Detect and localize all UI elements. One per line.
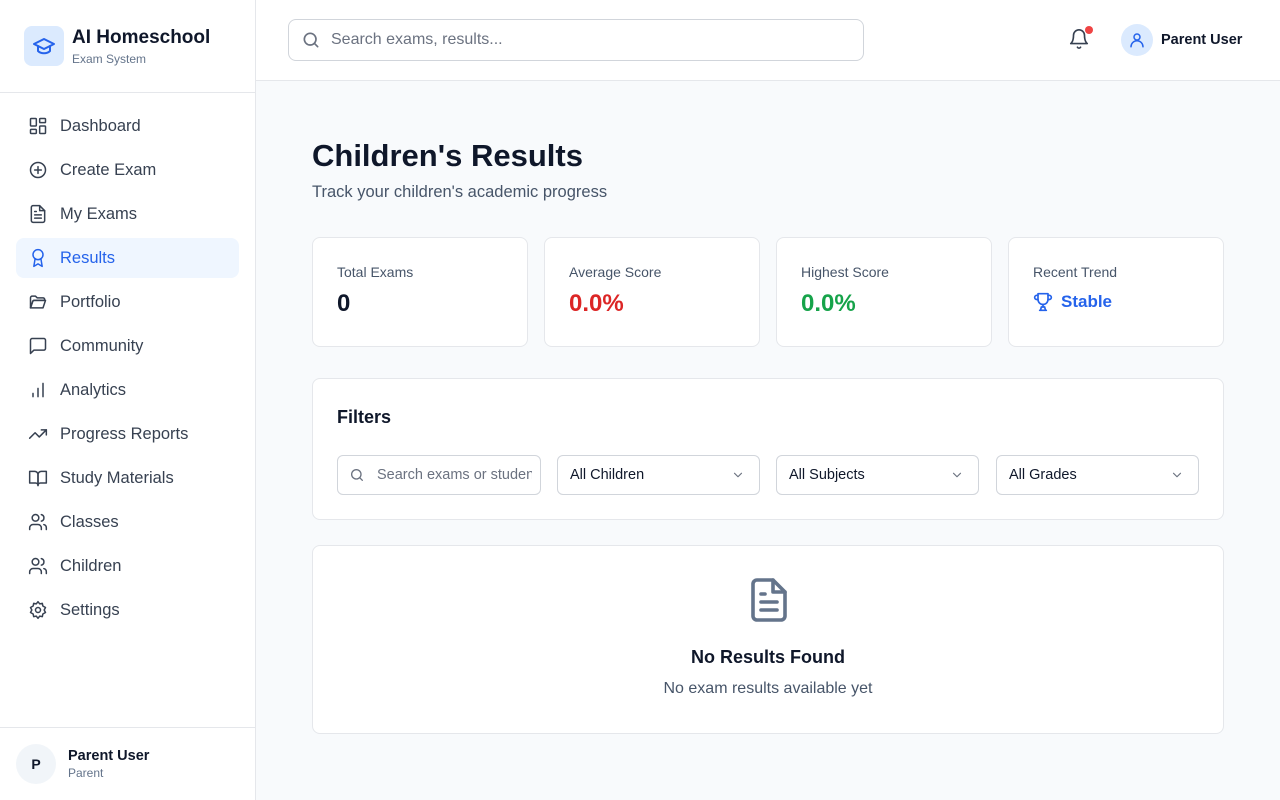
avatar: P (16, 744, 56, 784)
filters-title: Filters (337, 407, 392, 427)
stat-card-recent-trend: Recent Trend Stable (1008, 237, 1224, 347)
sidebar-item-progress-reports[interactable]: Progress Reports (16, 414, 239, 454)
sidebar-item-label: Create Exam (60, 160, 157, 179)
graduation-cap-icon (24, 26, 64, 66)
global-search[interactable] (288, 19, 864, 61)
top-bar: Parent User (256, 0, 1280, 81)
sidebar-item-label: Progress Reports (60, 424, 189, 443)
stat-label: Total Exams (337, 264, 414, 280)
sidebar-user-role: Parent (68, 766, 104, 780)
user-menu[interactable]: Parent User (1121, 24, 1242, 56)
stat-value: 0.0% (801, 290, 856, 317)
stat-label: Recent Trend (1033, 264, 1118, 280)
empty-state-title: No Results Found (691, 647, 845, 667)
file-text-icon (28, 204, 48, 224)
sidebar-item-label: Analytics (60, 380, 127, 399)
sidebar-item-study-materials[interactable]: Study Materials (16, 458, 239, 498)
search-input[interactable] (331, 31, 831, 49)
user-icon (1121, 24, 1153, 56)
stat-card-total-exams: Total Exams 0 (312, 237, 528, 347)
search-icon (301, 30, 321, 50)
filter-search-input[interactable] (377, 467, 532, 483)
sidebar-item-results[interactable]: Results (16, 238, 239, 278)
select-value: All Subjects (789, 467, 865, 483)
sidebar-item-dashboard[interactable]: Dashboard (16, 106, 239, 146)
stat-card-average-score: Average Score 0.0% (544, 237, 760, 347)
children-select[interactable]: All Children (557, 455, 760, 495)
sidebar-item-label: Children (60, 556, 122, 575)
stat-label: Highest Score (801, 264, 889, 280)
sidebar-item-label: Community (60, 336, 144, 355)
sidebar-item-settings[interactable]: Settings (16, 590, 239, 630)
award-icon (28, 248, 48, 268)
filter-search[interactable] (337, 455, 541, 495)
sidebar-item-label: Settings (60, 600, 120, 619)
bar-chart-icon (28, 380, 48, 400)
stat-value: 0.0% (569, 290, 624, 317)
gear-icon (28, 600, 48, 620)
plus-circle-icon (28, 160, 48, 180)
stats-row: Total Exams 0 Average Score 0.0% Highest… (312, 237, 1224, 347)
sidebar-item-label: My Exams (60, 204, 138, 223)
stat-value: Stable (1061, 292, 1113, 311)
trophy-icon (1033, 292, 1061, 312)
sidebar-item-children[interactable]: Children (16, 546, 239, 586)
sidebar-item-label: Study Materials (60, 468, 174, 487)
page-subtitle: Track your children's academic progress (312, 183, 608, 201)
chevron-down-icon (950, 468, 964, 482)
empty-state: No Results Found No exam results availab… (312, 545, 1224, 734)
sidebar-item-analytics[interactable]: Analytics (16, 370, 239, 410)
users-icon (28, 556, 48, 576)
sidebar-item-label: Classes (60, 512, 119, 531)
search-icon (349, 467, 365, 483)
sidebar-item-community[interactable]: Community (16, 326, 239, 366)
notification-dot (1085, 26, 1093, 34)
users-icon (28, 512, 48, 532)
sidebar-item-classes[interactable]: Classes (16, 502, 239, 542)
book-open-icon (28, 468, 48, 488)
grades-select[interactable]: All Grades (996, 455, 1199, 495)
sidebar-item-my-exams[interactable]: My Exams (16, 194, 239, 234)
user-name: Parent User (1161, 32, 1243, 48)
sidebar-item-label: Results (60, 248, 116, 267)
message-square-icon (28, 336, 48, 356)
notifications-button[interactable] (1068, 26, 1093, 52)
brand-subtitle: Exam System (72, 51, 147, 66)
chevron-down-icon (731, 468, 745, 482)
file-text-icon (745, 576, 793, 624)
trending-up-icon (28, 424, 48, 444)
sidebar-item-label: Portfolio (60, 292, 121, 311)
subjects-select[interactable]: All Subjects (776, 455, 979, 495)
sidebar-user-name: Parent User (68, 748, 150, 764)
dashboard-icon (28, 116, 48, 136)
select-value: All Grades (1009, 467, 1077, 483)
chevron-down-icon (1170, 468, 1184, 482)
sidebar-item-label: Dashboard (60, 116, 141, 135)
brand[interactable]: AI Homeschool Exam System (0, 0, 255, 93)
select-value: All Children (570, 467, 645, 483)
sidebar-user-profile[interactable]: P Parent User Parent (0, 727, 255, 800)
stat-card-highest-score: Highest Score 0.0% (776, 237, 992, 347)
page-title: Children's Results (312, 138, 583, 173)
brand-title: AI Homeschool (72, 26, 211, 48)
filters-panel: Filters All Children All Subjects All Gr… (312, 378, 1224, 520)
empty-state-message: No exam results available yet (663, 680, 873, 697)
trend-indicator: Stable (1033, 292, 1223, 312)
folder-open-icon (28, 292, 48, 312)
stat-label: Average Score (569, 264, 662, 280)
sidebar-nav: Dashboard Create Exam My Exams Results P… (0, 93, 255, 630)
sidebar-item-create-exam[interactable]: Create Exam (16, 150, 239, 190)
stat-value: 0 (337, 290, 351, 317)
sidebar-item-portfolio[interactable]: Portfolio (16, 282, 239, 322)
sidebar: AI Homeschool Exam System Dashboard Crea… (0, 0, 256, 800)
